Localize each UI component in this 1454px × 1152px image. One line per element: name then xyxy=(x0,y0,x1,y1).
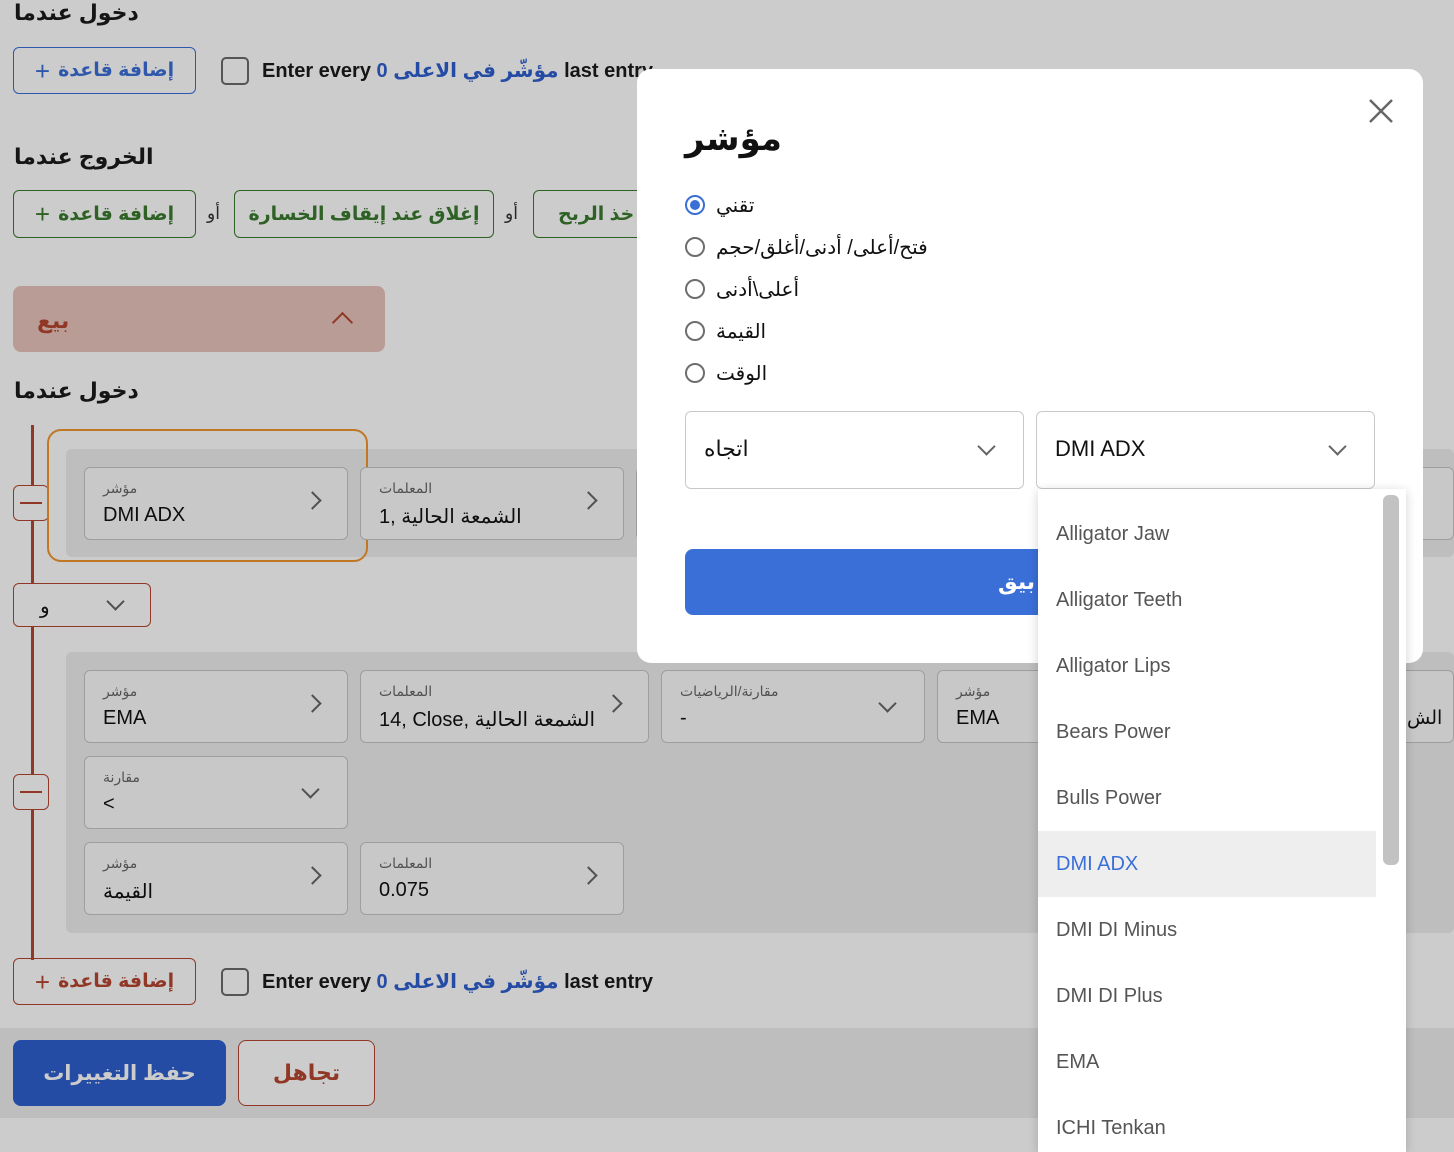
modal-title: مؤشر xyxy=(685,120,782,158)
radio-button[interactable] xyxy=(685,363,705,383)
radio-label: القيمة xyxy=(716,321,767,343)
radio-button[interactable] xyxy=(685,195,705,215)
radio-label: أعلى\أدنى xyxy=(716,279,800,301)
radio-button[interactable] xyxy=(685,237,705,257)
dropdown-item[interactable]: EMA xyxy=(1038,1029,1376,1095)
dropdown-item[interactable]: DMI DI Plus xyxy=(1038,963,1376,1029)
direction-select[interactable]: اتجاه xyxy=(685,411,1024,489)
chevron-down-icon xyxy=(1328,437,1347,456)
radio-label: الوقت xyxy=(716,363,768,385)
apply-button-label: بيق xyxy=(998,569,1036,594)
dropdown-item[interactable]: Bulls Power xyxy=(1038,765,1376,831)
scrollbar-thumb[interactable] xyxy=(1383,495,1399,865)
dropdown-item[interactable]: Bears Power xyxy=(1038,699,1376,765)
radio-label: فتح/أعلى/ أدنى/أغلق/حجم xyxy=(716,237,928,259)
radio-label: تقني xyxy=(716,195,755,217)
radio-button[interactable] xyxy=(685,279,705,299)
dropdown-item[interactable]: ICHI Tenkan xyxy=(1038,1095,1376,1152)
indicator-select[interactable]: DMI ADX xyxy=(1036,411,1375,489)
close-icon[interactable] xyxy=(1366,96,1396,126)
indicator-dropdown-list: Alligator Jaw Alligator Teeth Alligator … xyxy=(1038,489,1406,1152)
dropdown-item[interactable]: Alligator Jaw xyxy=(1038,501,1376,567)
chevron-down-icon xyxy=(977,437,996,456)
dropdown-scrollbar[interactable] xyxy=(1376,489,1406,1152)
select-value: DMI ADX xyxy=(1055,436,1146,461)
select-value: اتجاه xyxy=(704,436,749,461)
dropdown-item[interactable]: Alligator Teeth xyxy=(1038,567,1376,633)
radio-button[interactable] xyxy=(685,321,705,341)
dropdown-item[interactable]: DMI DI Minus xyxy=(1038,897,1376,963)
dropdown-item-selected[interactable]: DMI ADX xyxy=(1038,831,1376,897)
dropdown-item[interactable]: Alligator Lips xyxy=(1038,633,1376,699)
